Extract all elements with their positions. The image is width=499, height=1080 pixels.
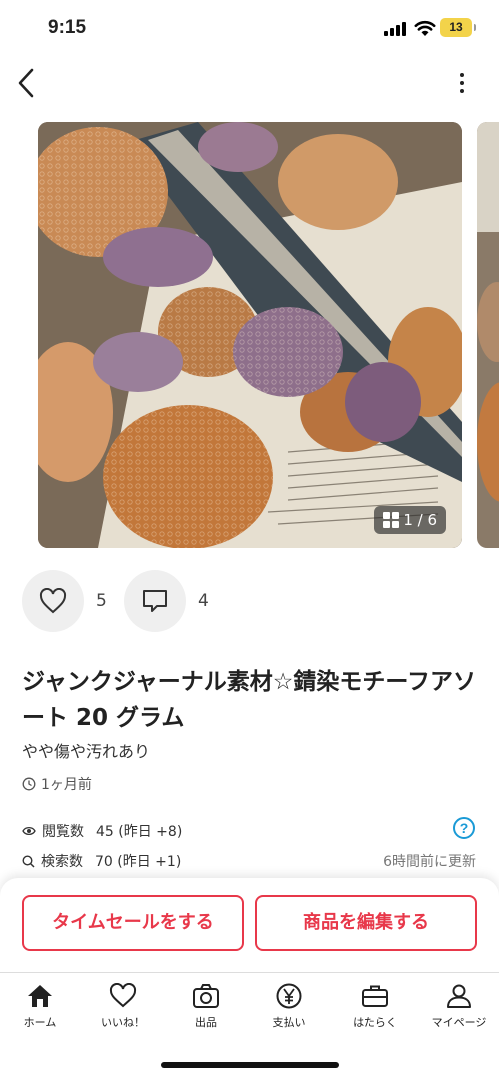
- posted-time-text: 1ヶ月前: [41, 777, 92, 793]
- posted-time: 1ヶ月前: [22, 774, 92, 794]
- product-image-carousel[interactable]: 1 / 6: [38, 122, 462, 548]
- briefcase-icon: [362, 985, 388, 1007]
- eye-icon: [22, 826, 36, 836]
- item-condition: やや傷や汚れあり: [22, 742, 151, 761]
- search-icon: [22, 854, 35, 868]
- next-photo-thumbnail: [477, 122, 499, 548]
- views-value: 45 (昨日 +8): [96, 824, 183, 840]
- person-icon: [447, 984, 471, 1008]
- comment-icon: [143, 590, 167, 612]
- camera-icon: [193, 984, 219, 1008]
- tab-label: ホーム: [23, 1016, 57, 1029]
- comment-button[interactable]: [124, 570, 186, 632]
- heart-icon: [109, 983, 137, 1008]
- back-button[interactable]: [14, 66, 42, 100]
- tab-label: 支払い: [272, 1016, 306, 1029]
- like-button[interactable]: [22, 570, 84, 632]
- search-value: 70 (昨日 +1): [95, 854, 182, 870]
- bottom-action-sheet: タイムセールをする 商品を編集する: [0, 878, 499, 972]
- like-count: 5: [96, 591, 107, 611]
- tab-sell[interactable]: 出品: [166, 983, 246, 1030]
- wifi-icon: [414, 20, 436, 36]
- next-image-preview[interactable]: [477, 122, 499, 548]
- signal-icon: [384, 22, 408, 36]
- heart-icon: [39, 588, 67, 614]
- search-label: 検索数: [41, 854, 83, 870]
- tab-label: マイページ: [431, 1016, 487, 1029]
- tab-home[interactable]: ホーム: [0, 983, 80, 1030]
- tab-label: 出品: [195, 1016, 217, 1029]
- more-options-button[interactable]: [452, 70, 472, 96]
- image-page-counter: 1 / 6: [374, 506, 446, 534]
- grid-icon: [383, 512, 400, 528]
- yen-icon: [276, 983, 302, 1009]
- tab-label: はたらく: [353, 1016, 397, 1029]
- product-photo: [38, 122, 462, 548]
- tab-likes[interactable]: いいね！: [83, 983, 163, 1030]
- tab-payment[interactable]: 支払い: [249, 983, 329, 1030]
- search-stat: 検索数 70 (昨日 +1): [22, 851, 181, 871]
- time-sale-button[interactable]: タイムセールをする: [22, 895, 244, 951]
- help-icon[interactable]: ?: [453, 817, 475, 839]
- edit-item-button[interactable]: 商品を編集する: [255, 895, 477, 951]
- views-label: 閲覧数: [42, 824, 84, 840]
- status-bar: 9:15 13: [0, 0, 499, 56]
- battery-indicator: 13: [440, 18, 476, 37]
- clock-icon: [22, 777, 36, 791]
- updated-time: 6時間前に更新: [383, 854, 476, 870]
- page-counter-text: 1 / 6: [403, 511, 437, 529]
- item-title: ジャンクジャーナル素材☆錆染モチーフアソート 20 グラム: [22, 669, 476, 731]
- vertical-dots-icon: [460, 73, 464, 77]
- tab-work[interactable]: はたらく: [335, 983, 415, 1030]
- home-indicator: [161, 1062, 339, 1068]
- comment-count: 4: [198, 591, 209, 611]
- views-stat: 閲覧数 45 (昨日 +8): [22, 821, 182, 841]
- tab-label: いいね！: [101, 1016, 145, 1029]
- tab-mypage[interactable]: マイページ: [419, 983, 499, 1030]
- chevron-left-icon: [18, 68, 34, 98]
- home-icon: [28, 985, 52, 1007]
- status-time: 9:15: [48, 17, 87, 38]
